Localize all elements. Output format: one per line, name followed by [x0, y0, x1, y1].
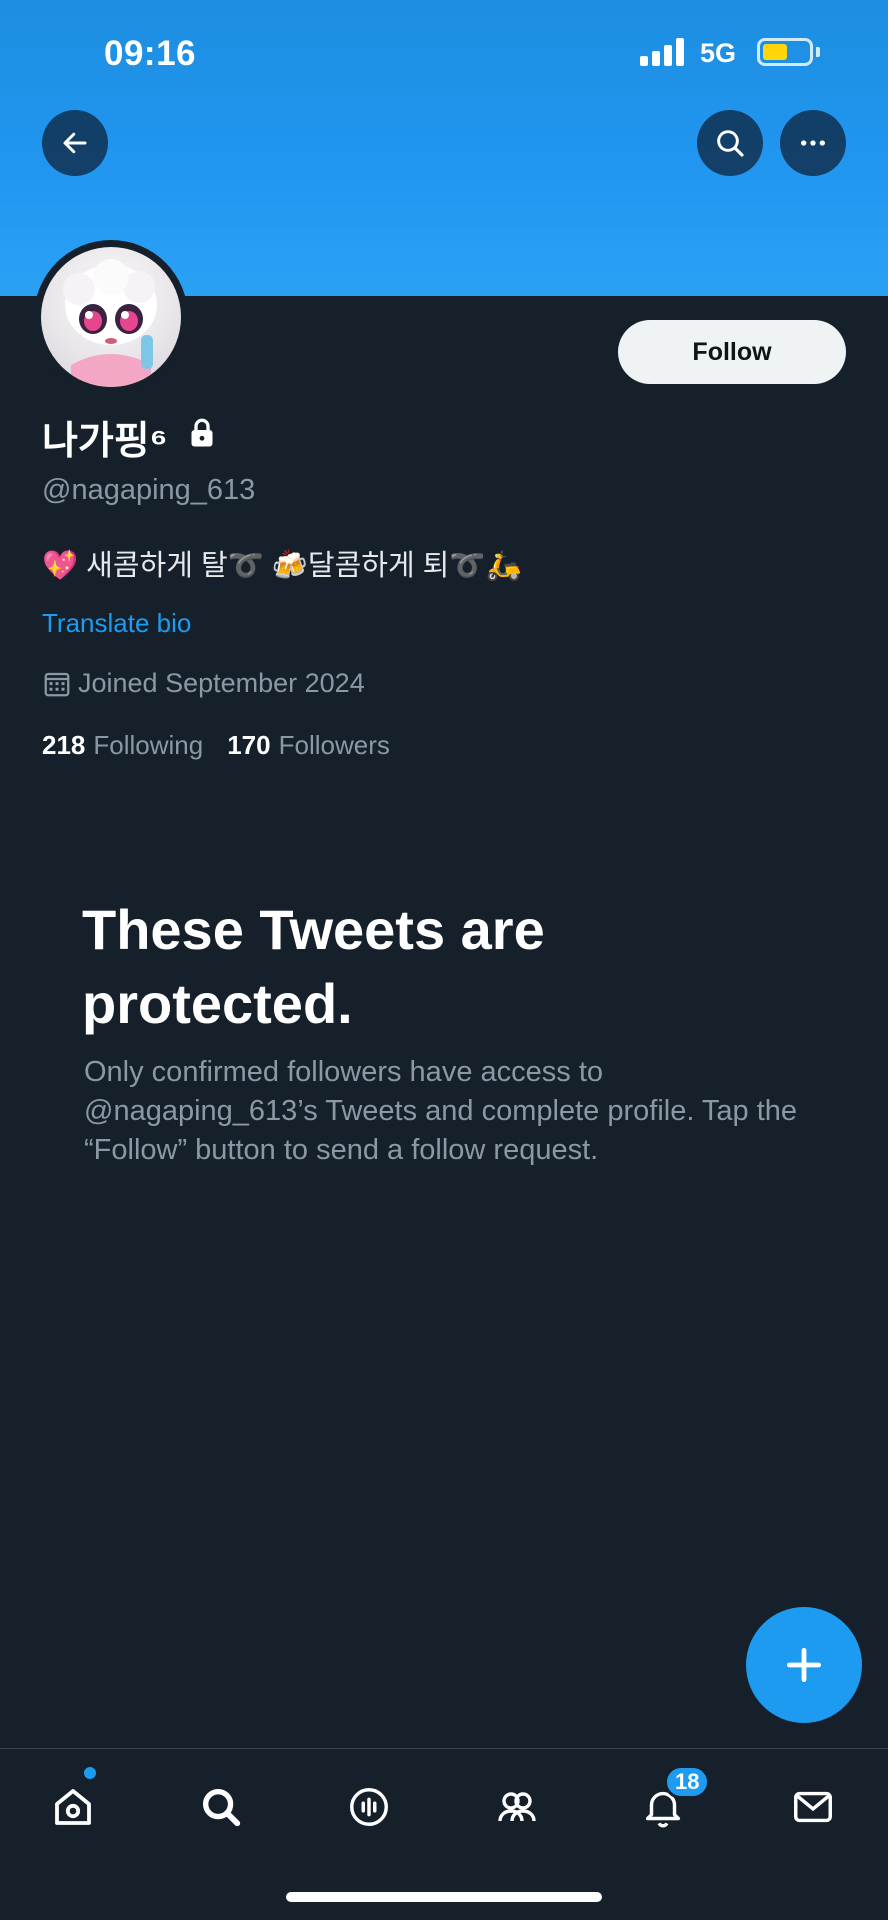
status-bar: 09:16 5G: [0, 0, 888, 100]
calendar-icon: [44, 672, 70, 696]
signal-icon: [640, 38, 686, 66]
following-label: Following: [93, 730, 204, 760]
tab-search[interactable]: [188, 1774, 254, 1840]
avatar-image: [41, 247, 181, 387]
bio-part-2: 🍻달콤하게 퇴: [263, 550, 450, 582]
joined-date: Joined September 2024: [42, 668, 365, 699]
followers-count: 170: [227, 730, 271, 760]
protected-title: These Tweets are protected.: [82, 898, 545, 1035]
protected-body: Only confirmed followers have access to …: [84, 1056, 798, 1166]
lock-icon: [184, 415, 220, 461]
home-unread-dot: [84, 1767, 96, 1779]
home-indicator: [286, 1892, 602, 1902]
arrow-left-icon: [63, 132, 87, 154]
tab-home[interactable]: [40, 1774, 106, 1840]
tab-messages[interactable]: [780, 1774, 846, 1840]
display-name-text: 나가핑⁶: [42, 420, 168, 463]
profile-handle: @nagaping_613: [42, 474, 256, 506]
battery-icon: [757, 38, 813, 66]
mail-icon: [794, 1791, 832, 1823]
profile-stats: 218 Following 170 Followers: [42, 730, 390, 761]
followers-label: Followers: [278, 730, 390, 760]
tab-communities[interactable]: [484, 1774, 550, 1840]
avatar[interactable]: [34, 240, 188, 394]
joined-text: Joined September 2024: [78, 668, 365, 698]
back-button[interactable]: [42, 110, 108, 176]
more-button[interactable]: [780, 110, 846, 176]
tab-spaces[interactable]: [336, 1774, 402, 1840]
profile-bio: 💖 새콤하게 탈➰ 🍻달콤하게 퇴➰🛵: [42, 542, 522, 584]
search-icon: [202, 1788, 241, 1827]
bio-part-1: 💖 새콤하게 탈: [42, 550, 228, 582]
compose-button[interactable]: [746, 1607, 862, 1723]
spaces-icon: [350, 1788, 388, 1826]
following-link[interactable]: 218 Following: [42, 730, 203, 761]
battery-cap: [816, 47, 820, 57]
home-icon: [55, 1789, 91, 1825]
status-time: 09:16: [104, 34, 197, 73]
followers-link[interactable]: 170 Followers: [227, 730, 390, 761]
network-label: 5G: [700, 38, 737, 68]
following-count: 218: [42, 730, 86, 760]
communities-icon: [498, 1792, 536, 1822]
display-name: 나가핑⁶: [42, 410, 220, 466]
more-horizontal-icon: [801, 140, 825, 146]
follow-button[interactable]: Follow: [618, 320, 846, 384]
bio-curl-2: ➰: [449, 550, 486, 582]
notifications-badge: 18: [664, 1765, 711, 1799]
plus-icon: [786, 1647, 822, 1683]
translate-bio-link[interactable]: Translate bio: [42, 608, 191, 639]
bio-part-3: 🛵: [485, 550, 522, 582]
bio-curl-1: ➰: [227, 550, 264, 582]
search-icon: [717, 130, 744, 157]
search-button[interactable]: [697, 110, 763, 176]
